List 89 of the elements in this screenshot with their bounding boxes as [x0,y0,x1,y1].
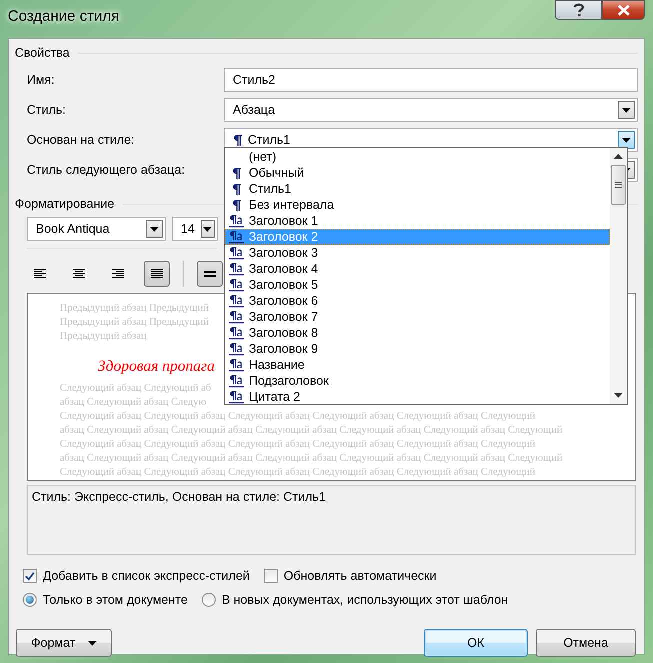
linked-style-icon [228,262,244,276]
radio-label: В новых документах, использующих этот шаблон [222,593,508,607]
combo-value: 14 [181,222,195,236]
list-item[interactable]: Заголовок 1 [225,213,610,229]
checkbox-label: Обновлять автоматически [284,569,437,583]
preview-heading: Здоровая пропага [98,357,215,377]
help-button[interactable] [555,0,602,20]
line-spacing-icon [204,271,216,277]
scroll-thumb[interactable] [611,165,626,205]
scroll-down-icon [614,393,623,398]
grip-icon [615,182,622,188]
preview-text: Предыдущий абзац [60,330,147,344]
preview-text: Предыдущий абзац Предыдущий [60,302,210,316]
check-icon [25,572,35,580]
checkbox[interactable] [264,569,278,583]
linked-style-icon [228,342,244,356]
list-item[interactable]: Стиль1 [225,181,610,197]
list-item[interactable]: Заголовок 5 [225,277,610,293]
cancel-button[interactable]: Отмена [536,629,636,657]
scrollbar[interactable] [610,148,627,404]
pilcrow-icon [232,167,240,179]
linked-style-icon [228,390,244,404]
close-icon [618,4,630,16]
linked-style-icon [228,246,244,260]
dropdown-button[interactable] [146,220,163,238]
list-item[interactable]: Обычный [225,165,610,181]
linked-style-icon [228,374,244,388]
pilcrow-icon [232,183,240,195]
pilcrow-icon [233,134,242,146]
checkbox-label: Добавить в список экспресс-стилей [43,569,250,583]
help-icon [572,3,584,17]
list-item[interactable]: Заголовок 8 [225,325,610,341]
field-label: Основан на стиле: [26,133,136,147]
list-item[interactable]: Без интервала [225,197,610,213]
preview-text: Следующий абзац Следующий абзац Следующий абзац Следующий абзац Следующий абзац Следующий [60,466,536,480]
list-item[interactable]: (нет) [225,149,610,165]
format-button[interactable]: Формат [16,629,112,657]
preview-text: Следующий абзац Следующий абзац Следующий абзац Следующий абзац Следующий абзац Следующий [60,438,536,452]
preview-text: абзац Следующий абзац Следующий абзац Следующий абзац Следующий абзац Следующий абзац Следующий [60,424,563,438]
linked-style-icon [228,214,244,228]
font-combo[interactable]: Book Antiqua [27,217,166,241]
list-item[interactable]: Название [225,357,610,373]
radio-label: Только в этом документе [43,593,188,607]
dropdown-button[interactable] [618,101,635,119]
linked-style-icon [228,310,244,324]
linked-style-icon [228,294,244,308]
format-button[interactable] [144,261,170,287]
linked-style-icon [228,230,244,244]
combo-value: Абзаца [233,103,276,117]
ok-button[interactable]: ОК [424,629,528,657]
field-label: Стиль следующего абзаца: [26,163,186,177]
size-combo[interactable]: 14 [172,217,218,241]
combo-value: Стиль1 [248,133,292,147]
close-button[interactable] [602,0,645,20]
list-item[interactable]: Заголовок 9 [225,341,610,357]
pilcrow-icon [232,199,240,211]
list-item[interactable]: Цитата 2 [225,389,610,405]
dropdown-button[interactable] [618,131,635,149]
checkbox[interactable] [23,569,37,583]
group-heading: Форматирование [15,197,115,211]
list-item[interactable]: Заголовок 6 [225,293,610,309]
combo-value: Book Antiqua [36,222,111,236]
preview-text: Следующий абзац Следующий абзац Следующий абзац Следующий абзац Следующий абзац Следующий [60,410,536,424]
radio-button[interactable] [23,593,37,607]
list-item[interactable]: Заголовок 4 [225,261,610,277]
justify-icon [151,269,163,279]
align-left-icon [34,269,46,279]
preview-text: абзац Следующий абзац Следующий абзац Следующий абзац Следующий абзац Следующий абзац Следующий [60,452,563,466]
style-combo[interactable]: Абзаца [224,98,638,122]
format-button[interactable] [197,261,223,287]
linked-style-icon [228,326,244,340]
window-title: Создание стиля [8,8,120,25]
radio-button[interactable] [202,593,216,607]
preview-text: абзац Следующий абзац Следую [60,396,206,410]
description-text: Стиль: Экспресс-стиль, Основан на стиле: Стиль1 [32,490,326,504]
list-item[interactable]: Заголовок 7 [225,309,610,325]
list-item[interactable]: Подзаголовок [225,373,610,389]
linked-style-icon [228,358,244,372]
name-field[interactable]: Стиль2 [224,68,638,92]
align-center-icon [73,269,85,279]
field-label: Стиль: [26,103,68,117]
align-right-icon [112,269,124,279]
preview-text: Следующий абзац Следующий аб [60,382,212,396]
list-item[interactable]: Заголовок 3 [225,245,610,261]
dropdown-button[interactable] [200,220,215,238]
field-label: Имя: [26,73,56,87]
group-heading: Свойства [15,46,70,60]
linked-style-icon [228,278,244,292]
preview-text: Предыдущий абзац Предыдущий [60,316,210,330]
